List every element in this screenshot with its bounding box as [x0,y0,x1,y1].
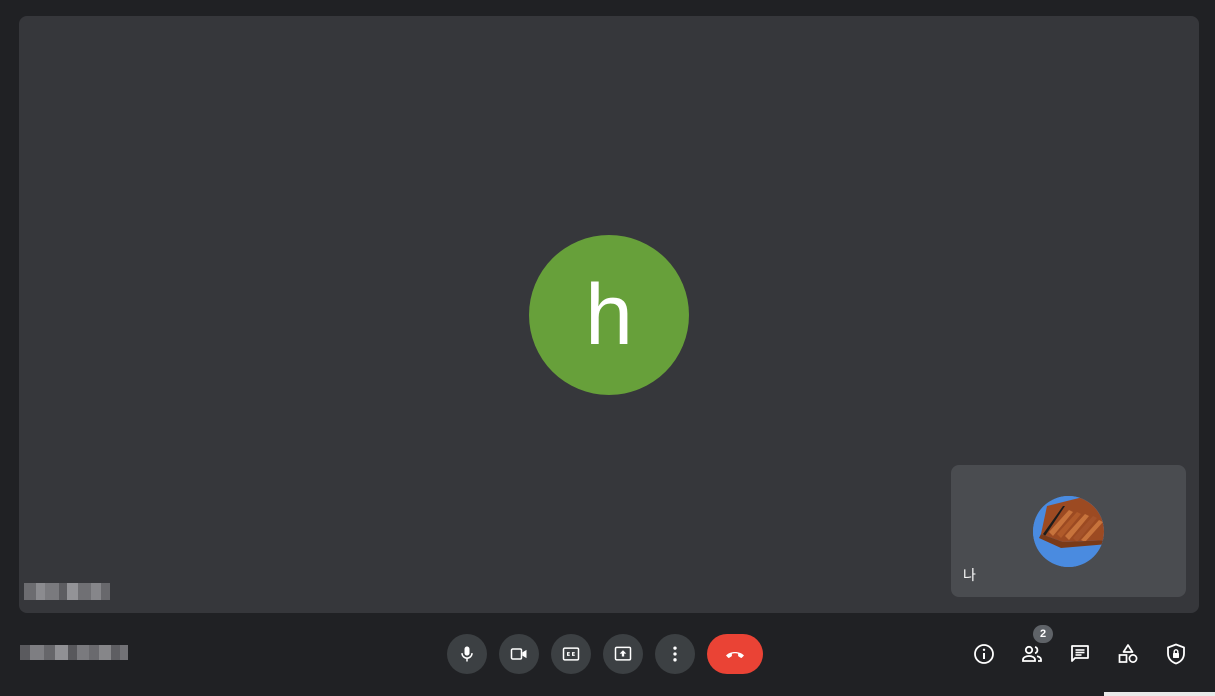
main-video-stage: h 나 [19,16,1199,613]
self-avatar-image-icon [1033,496,1104,567]
shield-lock-icon [1167,643,1185,665]
taskbar-edge [1104,692,1215,696]
people-icon [1022,645,1042,662]
microphone-icon [461,646,473,662]
more-options-button[interactable] [655,634,695,674]
self-view-tile[interactable]: 나 [951,465,1186,597]
more-vertical-icon [673,646,677,662]
host-controls-button[interactable] [1160,638,1192,670]
meeting-code-redacted [20,645,128,660]
info-icon [974,644,994,664]
microphone-button[interactable] [447,634,487,674]
activities-button[interactable] [1112,638,1144,670]
hang-up-phone-icon [726,652,744,658]
chat-button[interactable] [1064,638,1096,670]
chat-icon [1071,645,1089,662]
video-camera-icon [510,648,527,660]
shapes-icon [1118,644,1138,663]
closed-captions-icon [562,647,580,661]
self-name-label: 나 [963,568,976,584]
meet-window: h 나 2 [0,0,1215,696]
participant-avatar: h [529,235,689,395]
camera-button[interactable] [499,634,539,674]
bottom-control-bar: 2 [0,613,1215,696]
meeting-details-button[interactable] [968,638,1000,670]
leave-call-button[interactable] [707,634,763,674]
captions-button[interactable] [551,634,591,674]
participant-count-badge: 2 [1033,625,1053,643]
self-avatar [1033,496,1104,567]
present-screen-icon [614,646,632,661]
participant-name-redacted [24,583,110,600]
present-screen-button[interactable] [603,634,643,674]
